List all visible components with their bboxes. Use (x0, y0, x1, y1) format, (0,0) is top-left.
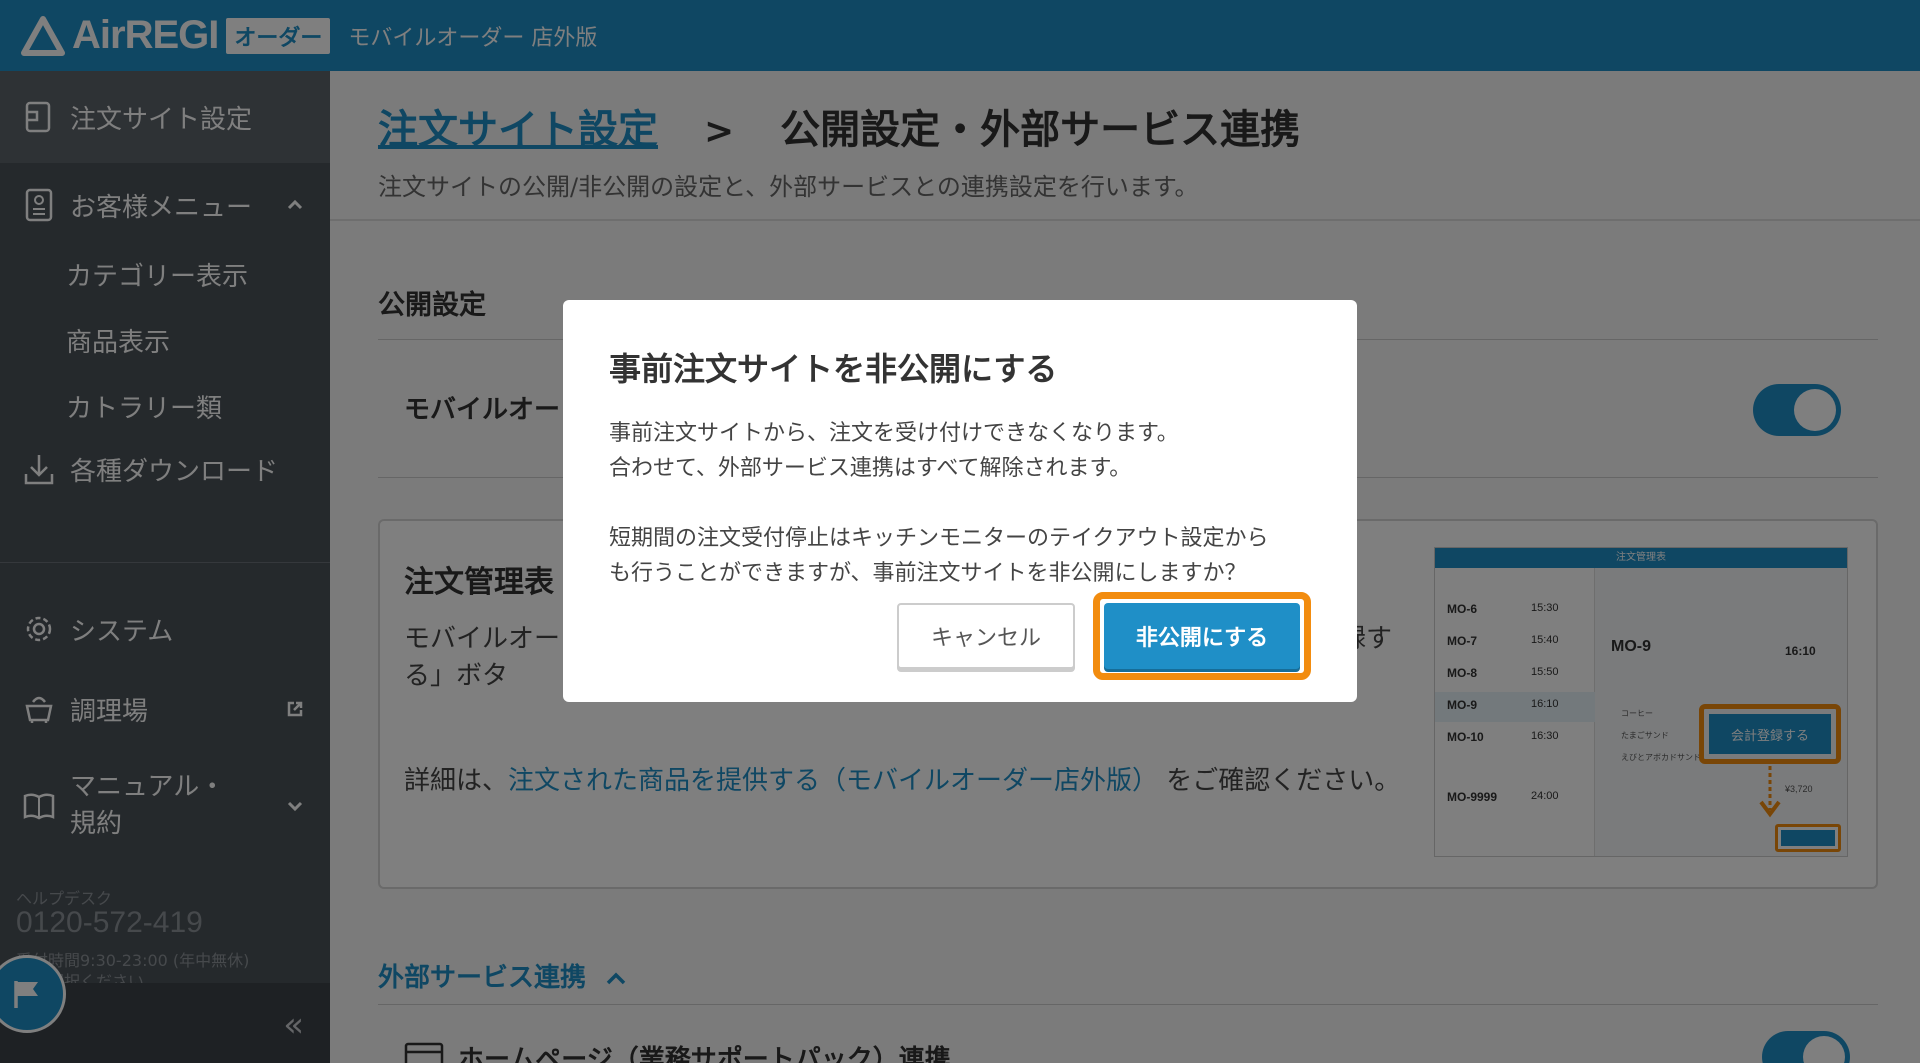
dialog-line-3: 短期間の注文受付停止はキッチンモニターのテイクアウト設定から (609, 526, 1269, 551)
dialog-line-2: 合わせて、外部サービス連携はすべて解除されます。 (609, 456, 1132, 481)
confirm-button-highlight: 非公開にする (1093, 592, 1311, 680)
dialog-line-1: 事前注文サイトから、注文を受け付けできなくなります。 (609, 421, 1179, 446)
dialog-actions: キャンセル 非公開にする (897, 592, 1311, 680)
unpublish-button[interactable]: 非公開にする (1104, 603, 1300, 669)
unpublish-dialog: 事前注文サイトを非公開にする 事前注文サイトから、注文を受け付けできなくなります… (563, 300, 1357, 702)
cancel-button[interactable]: キャンセル (897, 603, 1075, 669)
dialog-title: 事前注文サイトを非公開にする (609, 350, 1058, 388)
dialog-line-4: も行うことができますが、事前注文サイトを非公開にしますか？ (609, 561, 1247, 586)
dialog-spacer (609, 486, 1311, 521)
